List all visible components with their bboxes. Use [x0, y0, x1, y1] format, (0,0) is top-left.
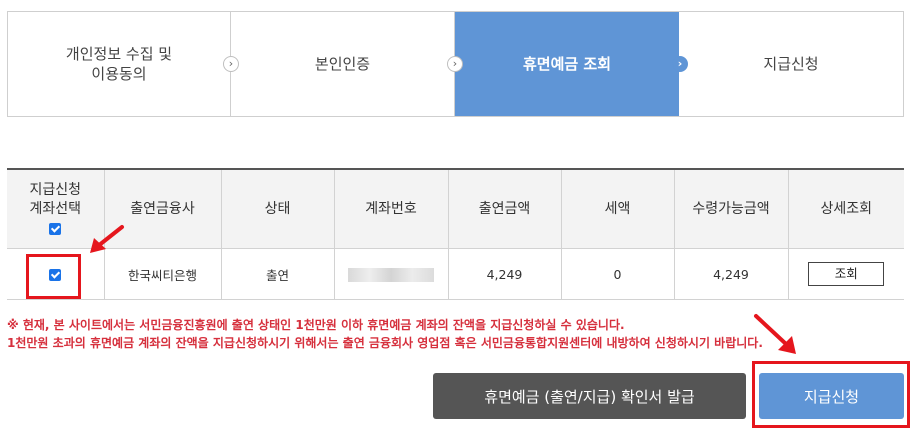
- step-verification-label: 본인인증: [314, 55, 371, 73]
- cell-account: [333, 248, 449, 300]
- cell-tax: 0: [560, 248, 675, 300]
- masked-account-number: [348, 267, 434, 282]
- notice-line-2: 1천만원 초과의 휴면예금 계좌의 잔액을 지급신청하시기 위해서는 출연 금융…: [7, 336, 763, 350]
- header-account: 계좌번호: [333, 168, 449, 249]
- step-apply-label: 지급신청: [763, 55, 819, 73]
- checkbox-highlight-box: [26, 254, 81, 299]
- chevron-right-icon: ›: [672, 56, 688, 72]
- header-amount: 출연금액: [447, 168, 562, 249]
- chevron-right-icon: ›: [447, 56, 463, 72]
- cell-receivable: 4,249: [673, 248, 789, 300]
- step-apply: 지급신청: [679, 12, 903, 116]
- step-dormant-inquiry: 휴면예금 조회 ›: [455, 12, 688, 116]
- table-row: 한국씨티은행 출연 4,249 0 4,249 조회: [7, 248, 904, 300]
- chevron-right-icon: ›: [223, 56, 239, 72]
- step-consent: 개인정보 수집 및 이용동의 ›: [8, 12, 239, 116]
- header-receivable: 수령가능금액: [673, 168, 789, 249]
- header-select-label: 지급신청 계좌선택: [29, 181, 82, 217]
- header-detail: 상세조회: [787, 168, 904, 249]
- step-consent-label: 개인정보 수집 및 이용동의: [65, 45, 173, 83]
- arrow-annotation-icon: [754, 314, 796, 354]
- cell-detail: 조회: [787, 248, 904, 300]
- apply-button[interactable]: 지급신청: [759, 373, 904, 419]
- select-all-checkbox[interactable]: [49, 223, 62, 235]
- cell-bank: 한국씨티은행: [103, 248, 222, 300]
- accounts-table: 지급신청 계좌선택 출연금융사 상태 계좌번호 출연금액 세액 수령가능금액 상…: [7, 168, 904, 300]
- step-verification: 본인인증 ›: [231, 12, 463, 116]
- step-dormant-inquiry-label: 휴면예금 조회: [522, 55, 612, 73]
- header-tax: 세액: [560, 168, 675, 249]
- issue-certificate-button[interactable]: 휴면예금 (출연/지급) 확인서 발급: [433, 373, 746, 419]
- notice-line-1: ※ 현재, 본 사이트에서는 서민금융진흥원에 출연 상태인 1천만원 이하 휴…: [7, 318, 625, 332]
- arrow-annotation-icon: [90, 225, 124, 253]
- view-detail-button[interactable]: 조회: [808, 262, 885, 286]
- header-status: 상태: [220, 168, 335, 249]
- cell-status: 출연: [220, 248, 335, 300]
- cell-amount: 4,249: [447, 248, 562, 300]
- table-header-row: 지급신청 계좌선택 출연금융사 상태 계좌번호 출연금액 세액 수령가능금액 상…: [7, 168, 904, 249]
- progress-steps: 개인정보 수집 및 이용동의 › 본인인증 › 휴면예금 조회 › 지급신청: [7, 11, 904, 117]
